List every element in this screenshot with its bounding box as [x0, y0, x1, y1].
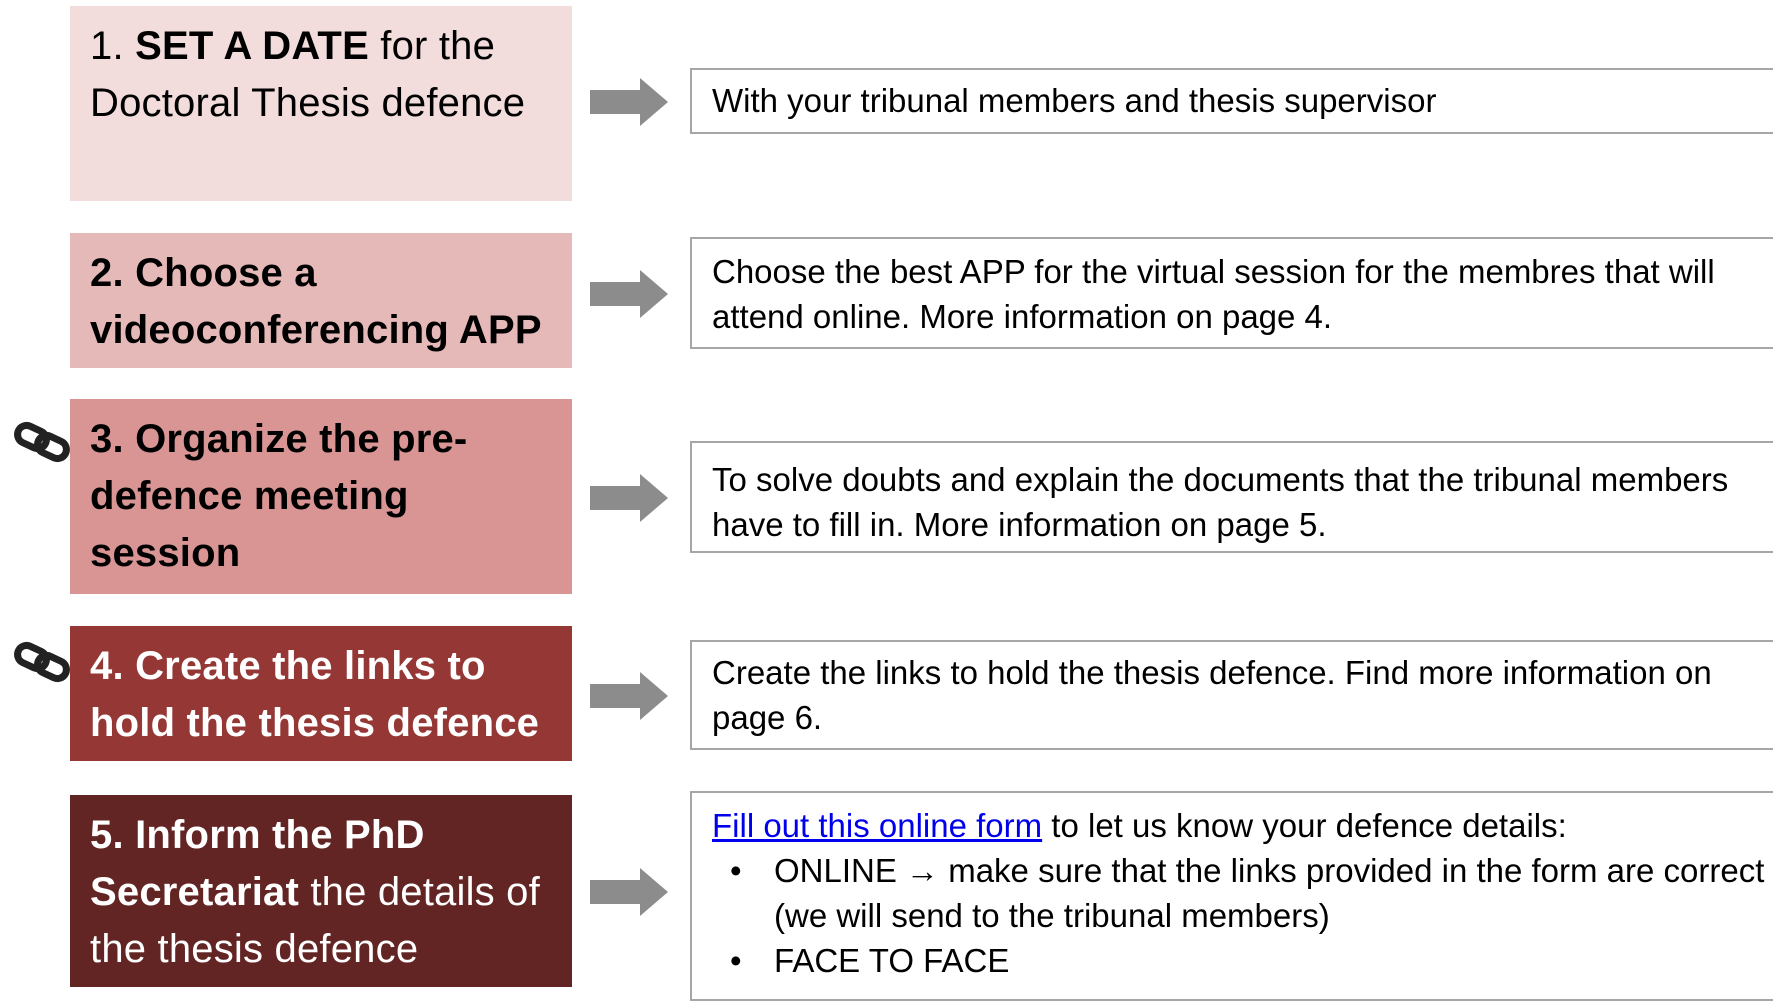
defence-mode-list: • ONLINE → make sure that the links provi…: [712, 848, 1773, 983]
step-3-number: 3.: [90, 417, 124, 461]
step-5-number: 5.: [90, 813, 124, 857]
description-box-4: Create the links to hold the thesis defe…: [690, 640, 1773, 750]
right-arrow-icon: [590, 270, 668, 318]
description-box-3: To solve doubts and explain the document…: [690, 441, 1773, 553]
step-1-number: 1.: [90, 24, 124, 68]
bullet-online-text: ONLINE → make sure that the links provid…: [774, 852, 1765, 934]
step-1-box: 1. SET A DATE for the Doctoral Thesis de…: [70, 6, 572, 201]
list-item: • FACE TO FACE: [712, 938, 1773, 983]
step-1-bold: SET A DATE: [135, 24, 369, 68]
right-arrow-icon: [590, 868, 668, 916]
step-2-text: Choose a videoconferencing APP: [90, 251, 542, 352]
step-3-box: 3. Organize the pre-defence meeting sess…: [70, 399, 572, 594]
bullet-face-to-face-text: FACE TO FACE: [774, 942, 1010, 979]
step-4-text: Create the links to hold the thesis defe…: [90, 644, 540, 745]
right-arrow-icon: [590, 78, 668, 126]
link-chain-icon[interactable]: [13, 640, 71, 684]
link-chain-icon[interactable]: [13, 420, 71, 464]
description-4-text: Create the links to hold the thesis defe…: [712, 654, 1712, 736]
step-3-text: Organize the pre-defence meeting session: [90, 417, 468, 575]
description-2-text: Choose the best APP for the virtual sess…: [712, 253, 1715, 335]
step-2-box: 2. Choose a videoconferencing APP: [70, 233, 572, 368]
description-3-text: To solve doubts and explain the document…: [712, 461, 1729, 543]
online-form-link[interactable]: Fill out this online form: [712, 807, 1042, 844]
description-box-5: Fill out this online form to let us know…: [690, 791, 1773, 1001]
form-intro-line: Fill out this online form to let us know…: [712, 803, 1773, 848]
step-5-box: 5. Inform the PhD Secretariat the detail…: [70, 795, 572, 987]
description-1-text: With your tribunal members and thesis su…: [712, 82, 1437, 119]
form-intro-text: to let us know your defence details:: [1042, 807, 1567, 844]
list-item: • ONLINE → make sure that the links provi…: [712, 848, 1773, 938]
bullet-dot: •: [730, 942, 742, 979]
right-arrow-icon: [590, 474, 668, 522]
right-arrow-icon: [590, 672, 668, 720]
description-box-1: With your tribunal members and thesis su…: [690, 68, 1773, 134]
bullet-dot: •: [730, 852, 742, 889]
description-box-2: Choose the best APP for the virtual sess…: [690, 237, 1773, 349]
step-2-number: 2.: [90, 251, 124, 295]
step-4-number: 4.: [90, 644, 124, 688]
step-4-box: 4. Create the links to hold the thesis d…: [70, 626, 572, 761]
